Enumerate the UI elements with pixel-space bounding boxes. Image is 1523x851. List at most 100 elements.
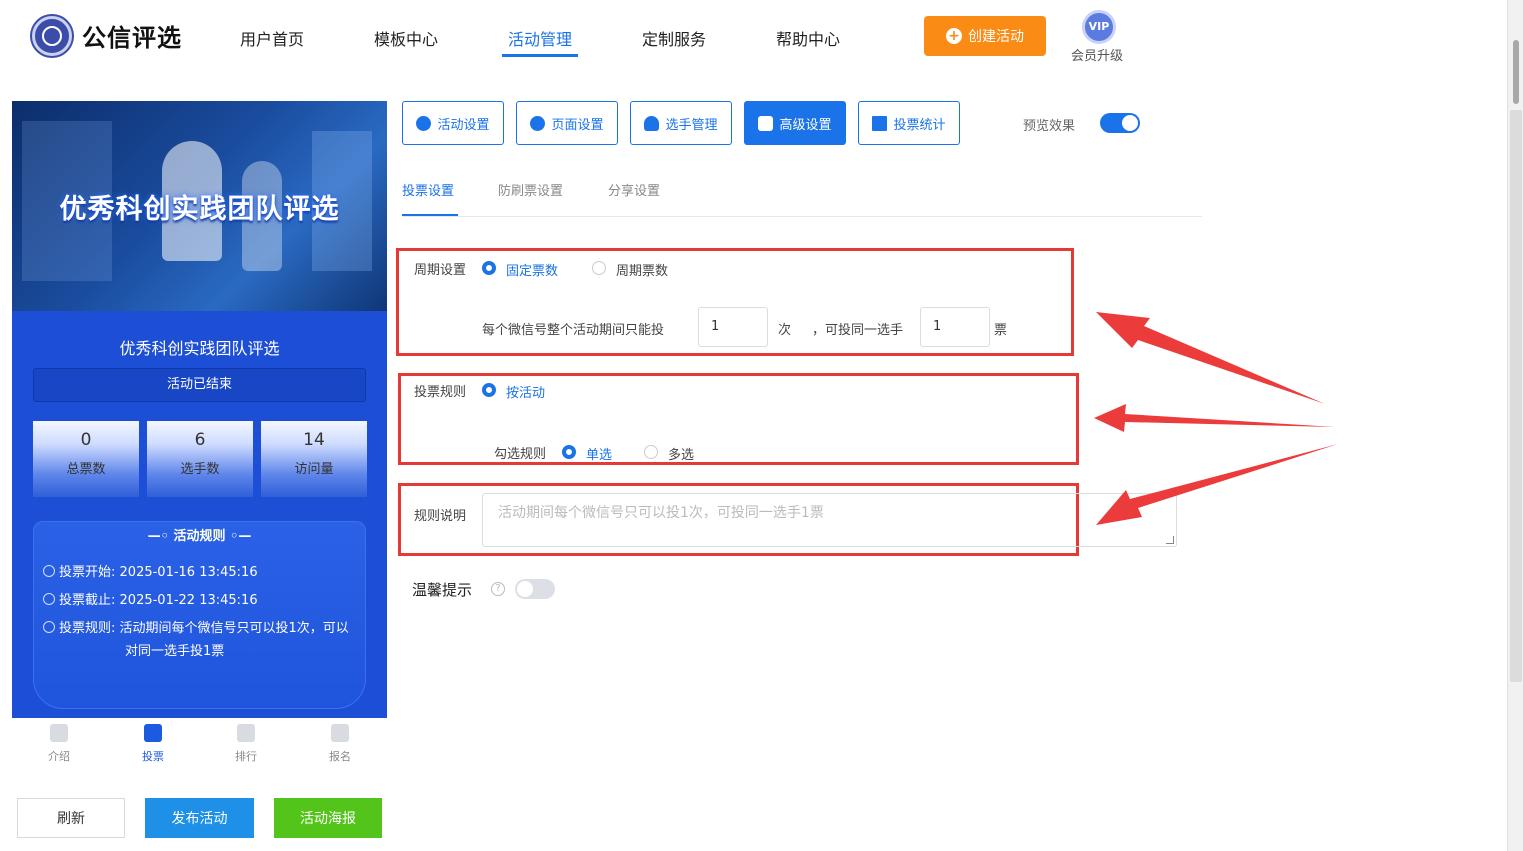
rule-start-value: 2025-01-16 13:45:16 (119, 565, 258, 580)
radio-fixed-votes-label[interactable]: 固定票数 (506, 260, 558, 279)
stat-value: 14 (303, 430, 325, 450)
rule-text-cont: 对同一选手投1票 (125, 644, 225, 659)
scrollbar-thumb[interactable] (1513, 40, 1519, 104)
nav-template-center[interactable]: 模板中心 (374, 26, 438, 50)
tab-label: 选手管理 (665, 117, 718, 133)
vip-icon[interactable]: VIP (1082, 10, 1116, 44)
bottom-nav-intro[interactable]: 介绍 (29, 724, 89, 764)
rules-panel: —◦ 活动规则 ◦— 投票开始: 2025-01-16 13:45:16 投票截… (33, 521, 366, 709)
period-text-mid: ，可投同一选手 (812, 323, 904, 338)
radio-cycle-votes[interactable] (592, 261, 606, 275)
settings-list-icon (758, 115, 774, 131)
radio-by-activity[interactable] (482, 383, 496, 397)
activity-status: 活动已结束 (33, 368, 366, 402)
tab-advanced-settings[interactable]: 高级设置 (744, 101, 846, 145)
radio-cycle-votes-label[interactable]: 周期票数 (616, 260, 668, 279)
nav-active-indicator (502, 54, 578, 57)
tips-label: 温馨提示 (412, 581, 473, 599)
tab-activity-settings[interactable]: 活动设置 (402, 101, 504, 145)
arrow-to-period-icon (1096, 312, 1325, 404)
bottom-nav-label: 投票 (142, 750, 164, 763)
tab-page-settings[interactable]: 页面设置 (516, 101, 618, 145)
nav-help-center[interactable]: 帮助中心 (776, 26, 840, 50)
stat-label: 选手数 (180, 462, 220, 477)
subtab-vote-settings[interactable]: 投票设置 (402, 180, 454, 199)
clock-icon (43, 593, 55, 605)
nav-activity-management[interactable]: 活动管理 (508, 26, 572, 50)
rule-end-value: 2025-01-22 13:45:16 (119, 593, 258, 608)
rule-text-value: 活动期间每个微信号只可以投1次，可以 (119, 621, 349, 636)
create-activity-button[interactable]: + 创建活动 (924, 16, 1046, 56)
radio-multi[interactable] (644, 445, 658, 459)
rule-text: 投票规则: 活动期间每个微信号只可以投1次，可以 (43, 617, 361, 640)
help-icon[interactable]: ? (491, 582, 505, 596)
subtab-divider (402, 216, 1202, 217)
arrow-to-rule-desc-icon (1096, 444, 1338, 525)
period-label: 周期设置 (414, 263, 467, 278)
rule-desc-label: 规则说明 (414, 509, 467, 524)
tab-label: 页面设置 (551, 117, 604, 133)
radio-by-activity-label[interactable]: 按活动 (506, 382, 545, 401)
gear-icon (530, 115, 546, 131)
create-activity-label: 创建活动 (968, 29, 1024, 45)
times-input[interactable]: 1 (698, 307, 768, 347)
bottom-nav-signup[interactable]: 报名 (310, 724, 370, 764)
vip-upgrade-label[interactable]: 会员升级 (1071, 45, 1123, 64)
radio-single[interactable] (562, 445, 576, 459)
radio-single-label[interactable]: 单选 (586, 444, 612, 463)
tab-label: 投票统计 (893, 117, 946, 133)
radio-fixed-votes[interactable] (482, 261, 496, 275)
stat-label: 访问量 (294, 462, 334, 477)
subtab-active-indicator (402, 214, 458, 216)
stat-value: 6 (194, 430, 206, 450)
mobile-preview: 优秀科创实践团队评选 优秀科创实践团队评选 活动已结束 0 总票数 6 选手数 … (12, 101, 387, 718)
bottom-nav-rank[interactable]: 排行 (216, 724, 276, 764)
preview-toggle-label: 预览效果 (1023, 119, 1076, 134)
rule-desc-placeholder: 活动期间每个微信号只可以投1次，可投同一选手1票 (498, 505, 824, 521)
period-text-prefix: 每个微信号整个活动期间只能投 (482, 323, 665, 338)
stat-visits: 14 访问量 (261, 421, 367, 497)
clock-icon (43, 565, 55, 577)
arrow-to-vote-rule-icon (1094, 404, 1335, 432)
info-icon (43, 621, 55, 633)
logo-text: 公信评选 (82, 24, 182, 52)
flag-icon (331, 724, 349, 742)
page-scrollbar[interactable] (1507, 0, 1523, 851)
banner-title: 优秀科创实践团队评选 (59, 194, 340, 225)
votes-unit: 票 (994, 323, 1008, 338)
rule-start-label: 投票开始: (59, 565, 116, 580)
rules-heading-text: 活动规则 (173, 529, 226, 544)
bottom-nav-label: 报名 (329, 750, 351, 763)
times-unit: 次 (778, 323, 792, 338)
rule-text-label: 投票规则: (59, 621, 116, 636)
publish-button[interactable]: 发布活动 (145, 798, 254, 838)
preview-toggle[interactable] (1100, 113, 1140, 133)
rule-desc-textarea[interactable]: 活动期间每个微信号只可以投1次，可投同一选手1票 (482, 493, 1177, 547)
users-icon (644, 115, 660, 131)
subtab-share-settings[interactable]: 分享设置 (608, 180, 660, 199)
nav-custom-service[interactable]: 定制服务 (642, 26, 706, 50)
nav-user-home[interactable]: 用户首页 (240, 26, 304, 50)
tab-vote-statistics[interactable]: 投票统计 (858, 101, 960, 145)
tab-contestant-management[interactable]: 选手管理 (630, 101, 732, 145)
bottom-nav-vote[interactable]: 投票 (123, 724, 183, 764)
poster-button[interactable]: 活动海报 (274, 798, 382, 838)
rule-end-label: 投票截止: (59, 593, 116, 608)
stat-contestants: 6 选手数 (147, 421, 253, 497)
scrollbar-track[interactable] (1510, 110, 1522, 682)
radio-multi-label[interactable]: 多选 (668, 444, 694, 463)
crown-icon (237, 724, 255, 742)
check-rule-label: 勾选规则 (494, 447, 547, 462)
rule-end: 投票截止: 2025-01-22 13:45:16 (43, 589, 361, 612)
votes-input[interactable]: 1 (920, 307, 990, 347)
logo-icon (32, 16, 72, 56)
tips-toggle[interactable] (515, 579, 555, 599)
banner-image: 优秀科创实践团队评选 (12, 101, 387, 311)
refresh-button[interactable]: 刷新 (17, 798, 125, 838)
stat-total-votes: 0 总票数 (33, 421, 139, 497)
star-icon (416, 115, 432, 131)
bar-chart-icon (872, 115, 888, 131)
activity-title: 优秀科创实践团队评选 (119, 339, 280, 358)
subtab-anti-fraud[interactable]: 防刷票设置 (498, 180, 563, 199)
bottom-nav-label: 介绍 (48, 750, 70, 763)
